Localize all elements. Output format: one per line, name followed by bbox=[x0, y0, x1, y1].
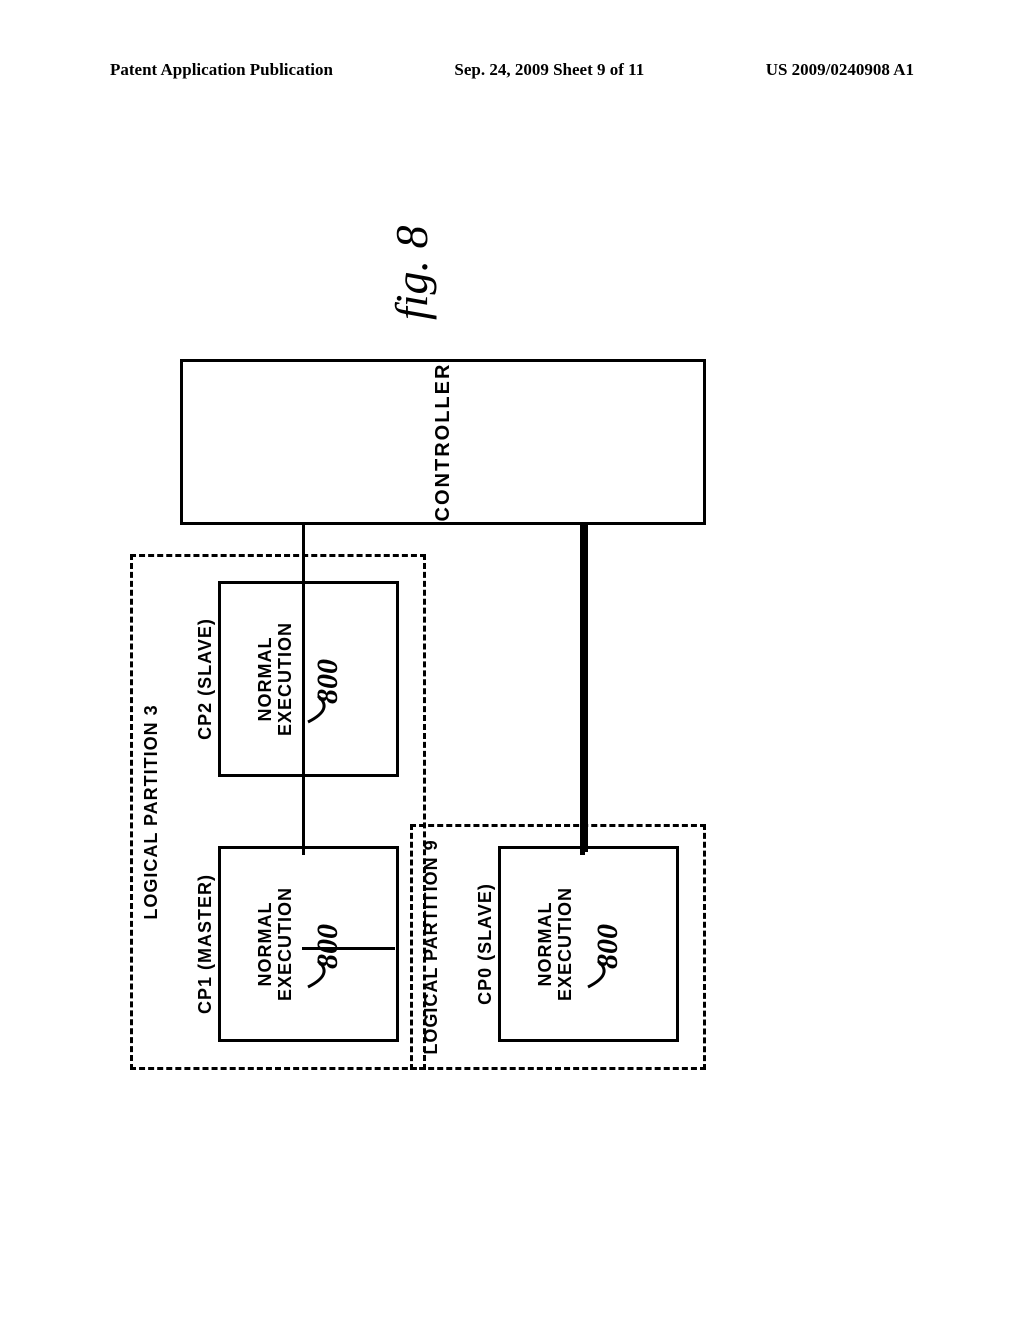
figure-diagram: LOGICAL PARTITION 3 CP1 (MASTER) NORMAL … bbox=[110, 470, 1010, 1100]
connector-cp0 bbox=[585, 525, 588, 852]
cp0-slave-box: CP0 (SLAVE) NORMAL EXECUTION 800 bbox=[498, 846, 679, 1042]
ref-800: 800 bbox=[311, 659, 345, 704]
logical-partition-9: LOGICAL PARTITION 9 CP0 (SLAVE) NORMAL E… bbox=[410, 824, 706, 1070]
connector-cp1-v bbox=[302, 947, 395, 950]
cp0-label: CP0 (SLAVE) bbox=[475, 849, 496, 1039]
cp1-master-box: CP1 (MASTER) NORMAL EXECUTION 800 bbox=[218, 846, 399, 1042]
logical-partition-3: LOGICAL PARTITION 3 CP1 (MASTER) NORMAL … bbox=[130, 554, 426, 1070]
cp2-exec: NORMAL EXECUTION bbox=[256, 584, 296, 774]
partition9-title: LOGICAL PARTITION 9 bbox=[421, 827, 442, 1067]
cp2-label: CP2 (SLAVE) bbox=[195, 584, 216, 774]
cp1-label: CP1 (MASTER) bbox=[195, 849, 216, 1039]
header-right: US 2009/0240908 A1 bbox=[766, 60, 914, 80]
controller-label: CONTROLLER bbox=[432, 363, 455, 522]
header-left: Patent Application Publication bbox=[110, 60, 333, 80]
controller-box: CONTROLLER bbox=[180, 359, 706, 525]
cp0-exec: NORMAL EXECUTION bbox=[536, 849, 576, 1039]
ref-800: 800 bbox=[591, 924, 625, 969]
figure-caption: fig. 8 bbox=[385, 225, 438, 320]
cp2-slave-box: CP2 (SLAVE) NORMAL EXECUTION 800 bbox=[218, 581, 399, 777]
wire-cp0-final bbox=[582, 525, 585, 855]
wire-cp2-final bbox=[302, 525, 305, 590]
partition3-title: LOGICAL PARTITION 3 bbox=[141, 557, 162, 1067]
header-center: Sep. 24, 2009 Sheet 9 of 11 bbox=[454, 60, 644, 80]
page-header: Patent Application Publication Sep. 24, … bbox=[110, 60, 914, 80]
cp1-exec: NORMAL EXECUTION bbox=[256, 849, 296, 1039]
